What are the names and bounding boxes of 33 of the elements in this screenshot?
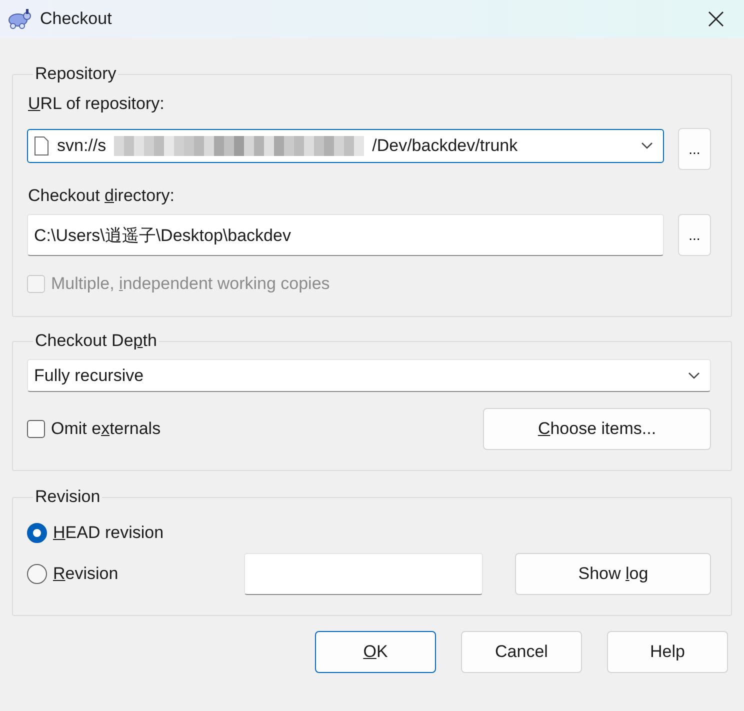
show-log-button[interactable]: Show log: [515, 553, 711, 595]
field-label: URL of repository:: [28, 94, 166, 114]
choose-items-button[interactable]: Choose items...: [483, 408, 711, 450]
dialog-button[interactable]: Help: [607, 631, 728, 673]
directory-field[interactable]: C:\Users\逍遥子\Desktop\backdev: [27, 214, 664, 256]
close-icon: [708, 11, 724, 27]
group-title: Checkout Depth: [34, 331, 158, 351]
url-combo-field[interactable]: svn://s /Dev/backdev/trunk: [27, 129, 664, 163]
browse-button[interactable]: ...: [678, 214, 711, 256]
chevron-down-icon[interactable]: [641, 142, 653, 150]
directory-text: C:\Users\逍遥子\Desktop\backdev: [34, 224, 291, 246]
radio-label: HEAD revision: [53, 523, 164, 543]
document-icon: [34, 136, 49, 156]
radio-button[interactable]: [27, 523, 47, 543]
depth-select[interactable]: Fully recursive: [27, 359, 711, 392]
turtle-icon: [6, 8, 32, 30]
group-title: Repository: [34, 64, 118, 84]
dialog-button[interactable]: Cancel: [461, 631, 582, 673]
url-text: /Dev/backdev/trunk: [372, 136, 519, 156]
browse-button[interactable]: ...: [678, 128, 711, 170]
revision-field[interactable]: [244, 553, 484, 595]
url-text: svn://s: [57, 136, 106, 156]
group-title: Revision: [34, 487, 102, 507]
chevron-down-icon[interactable]: [688, 372, 700, 380]
dialog-button[interactable]: OK: [315, 631, 436, 673]
select-value: Fully recursive: [34, 366, 145, 386]
radio-button[interactable]: [27, 564, 47, 584]
checkbox-label: Omit externals: [51, 419, 161, 439]
field-label: Checkout directory:: [28, 186, 176, 206]
window-title: Checkout: [40, 9, 113, 29]
radio-label: Revision: [53, 564, 118, 584]
checkbox-label: Multiple, independent working copies: [51, 274, 330, 294]
checkbox[interactable]: [27, 420, 45, 438]
